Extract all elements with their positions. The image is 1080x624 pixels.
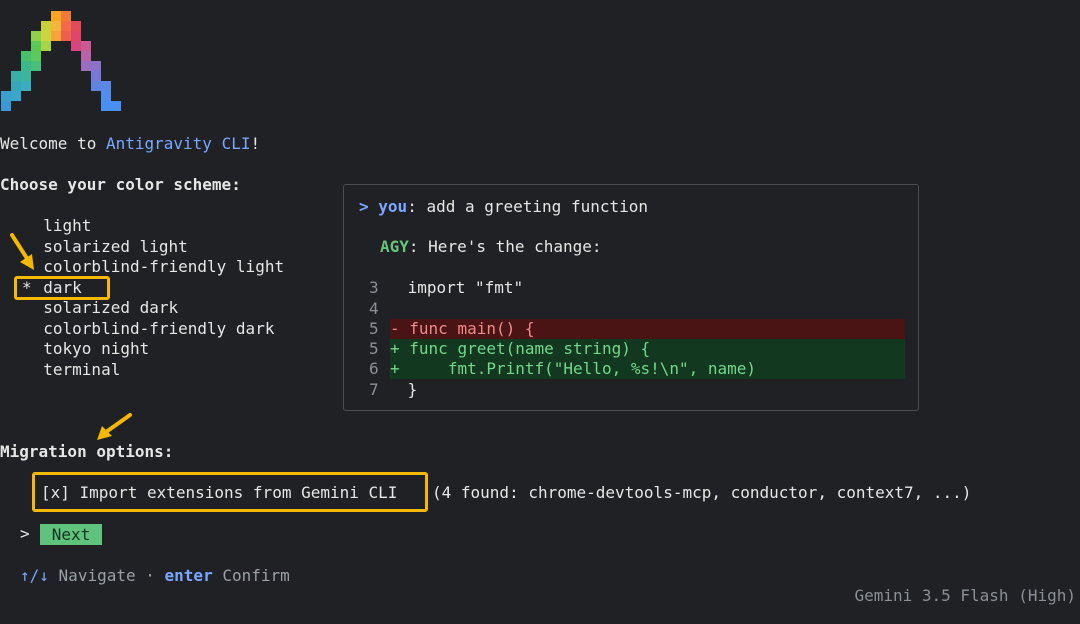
color-scheme-option-light[interactable]: light — [0, 216, 284, 237]
arrow-pointer-icon — [10, 233, 34, 270]
enter-key-hint: enter — [164, 566, 213, 585]
color-scheme-option-terminal[interactable]: terminal — [0, 360, 284, 381]
you-message: : add a greeting function — [407, 197, 649, 216]
preview-agent-line: AGY: Here's the change: — [380, 237, 602, 257]
next-button[interactable]: Next — [40, 524, 102, 545]
selected-option-highlight — [14, 276, 110, 300]
preview-user-line: > you: add a greeting function — [359, 197, 648, 217]
migration-option-highlight — [32, 472, 428, 512]
prompt-marker: > — [359, 197, 369, 216]
welcome-prefix: Welcome to — [0, 134, 106, 153]
navigate-label: Navigate — [58, 566, 136, 585]
arrow-keys-hint: ↑/↓ — [20, 566, 49, 585]
diff-line-deleted: 5- func main() { — [369, 319, 905, 339]
diff-line-added: 5 + func greet(name string) { — [369, 339, 905, 359]
diff-line: 3 import "fmt" — [369, 278, 524, 297]
hint-separator: · — [145, 566, 155, 585]
color-scheme-heading: Choose your color scheme: — [0, 175, 241, 194]
next-marker: > — [20, 524, 30, 543]
color-scheme-option-solarized-light[interactable]: solarized light — [0, 237, 284, 258]
you-label: you — [378, 197, 408, 216]
keyboard-hints: ↑/↓ Navigate · enter Confirm — [20, 566, 290, 586]
diff-line: 7 } — [369, 380, 418, 399]
migration-heading: Migration options: — [0, 442, 174, 461]
theme-preview-panel: > you: add a greeting function AGY: Here… — [343, 184, 919, 411]
color-scheme-option-colorblind-dark[interactable]: colorblind-friendly dark — [0, 319, 284, 340]
diff-line: 4 — [369, 299, 379, 318]
welcome-line: Welcome to Antigravity CLI! — [0, 134, 260, 154]
welcome-suffix: ! — [250, 134, 261, 153]
agy-message: : Here's the change: — [408, 237, 602, 256]
antigravity-logo-icon — [1, 11, 121, 111]
confirm-label: Confirm — [222, 566, 290, 585]
color-scheme-option-tokyo-night[interactable]: tokyo night — [0, 339, 284, 360]
diff-line-added: 6 + fmt.Printf("Hello, %s!\n", name) — [369, 359, 905, 379]
color-scheme-option-solarized-dark[interactable]: solarized dark — [0, 298, 284, 319]
color-scheme-option-colorblind-light[interactable]: colorblind-friendly light — [0, 257, 284, 278]
arrow-pointer-icon — [97, 413, 132, 440]
agy-label: AGY — [380, 237, 409, 256]
model-indicator: Gemini 3.5 Flash (High) — [854, 586, 1076, 605]
app-name: Antigravity CLI — [105, 134, 251, 153]
import-extensions-detail: (4 found: chrome-devtools-mcp, conductor… — [432, 483, 972, 502]
